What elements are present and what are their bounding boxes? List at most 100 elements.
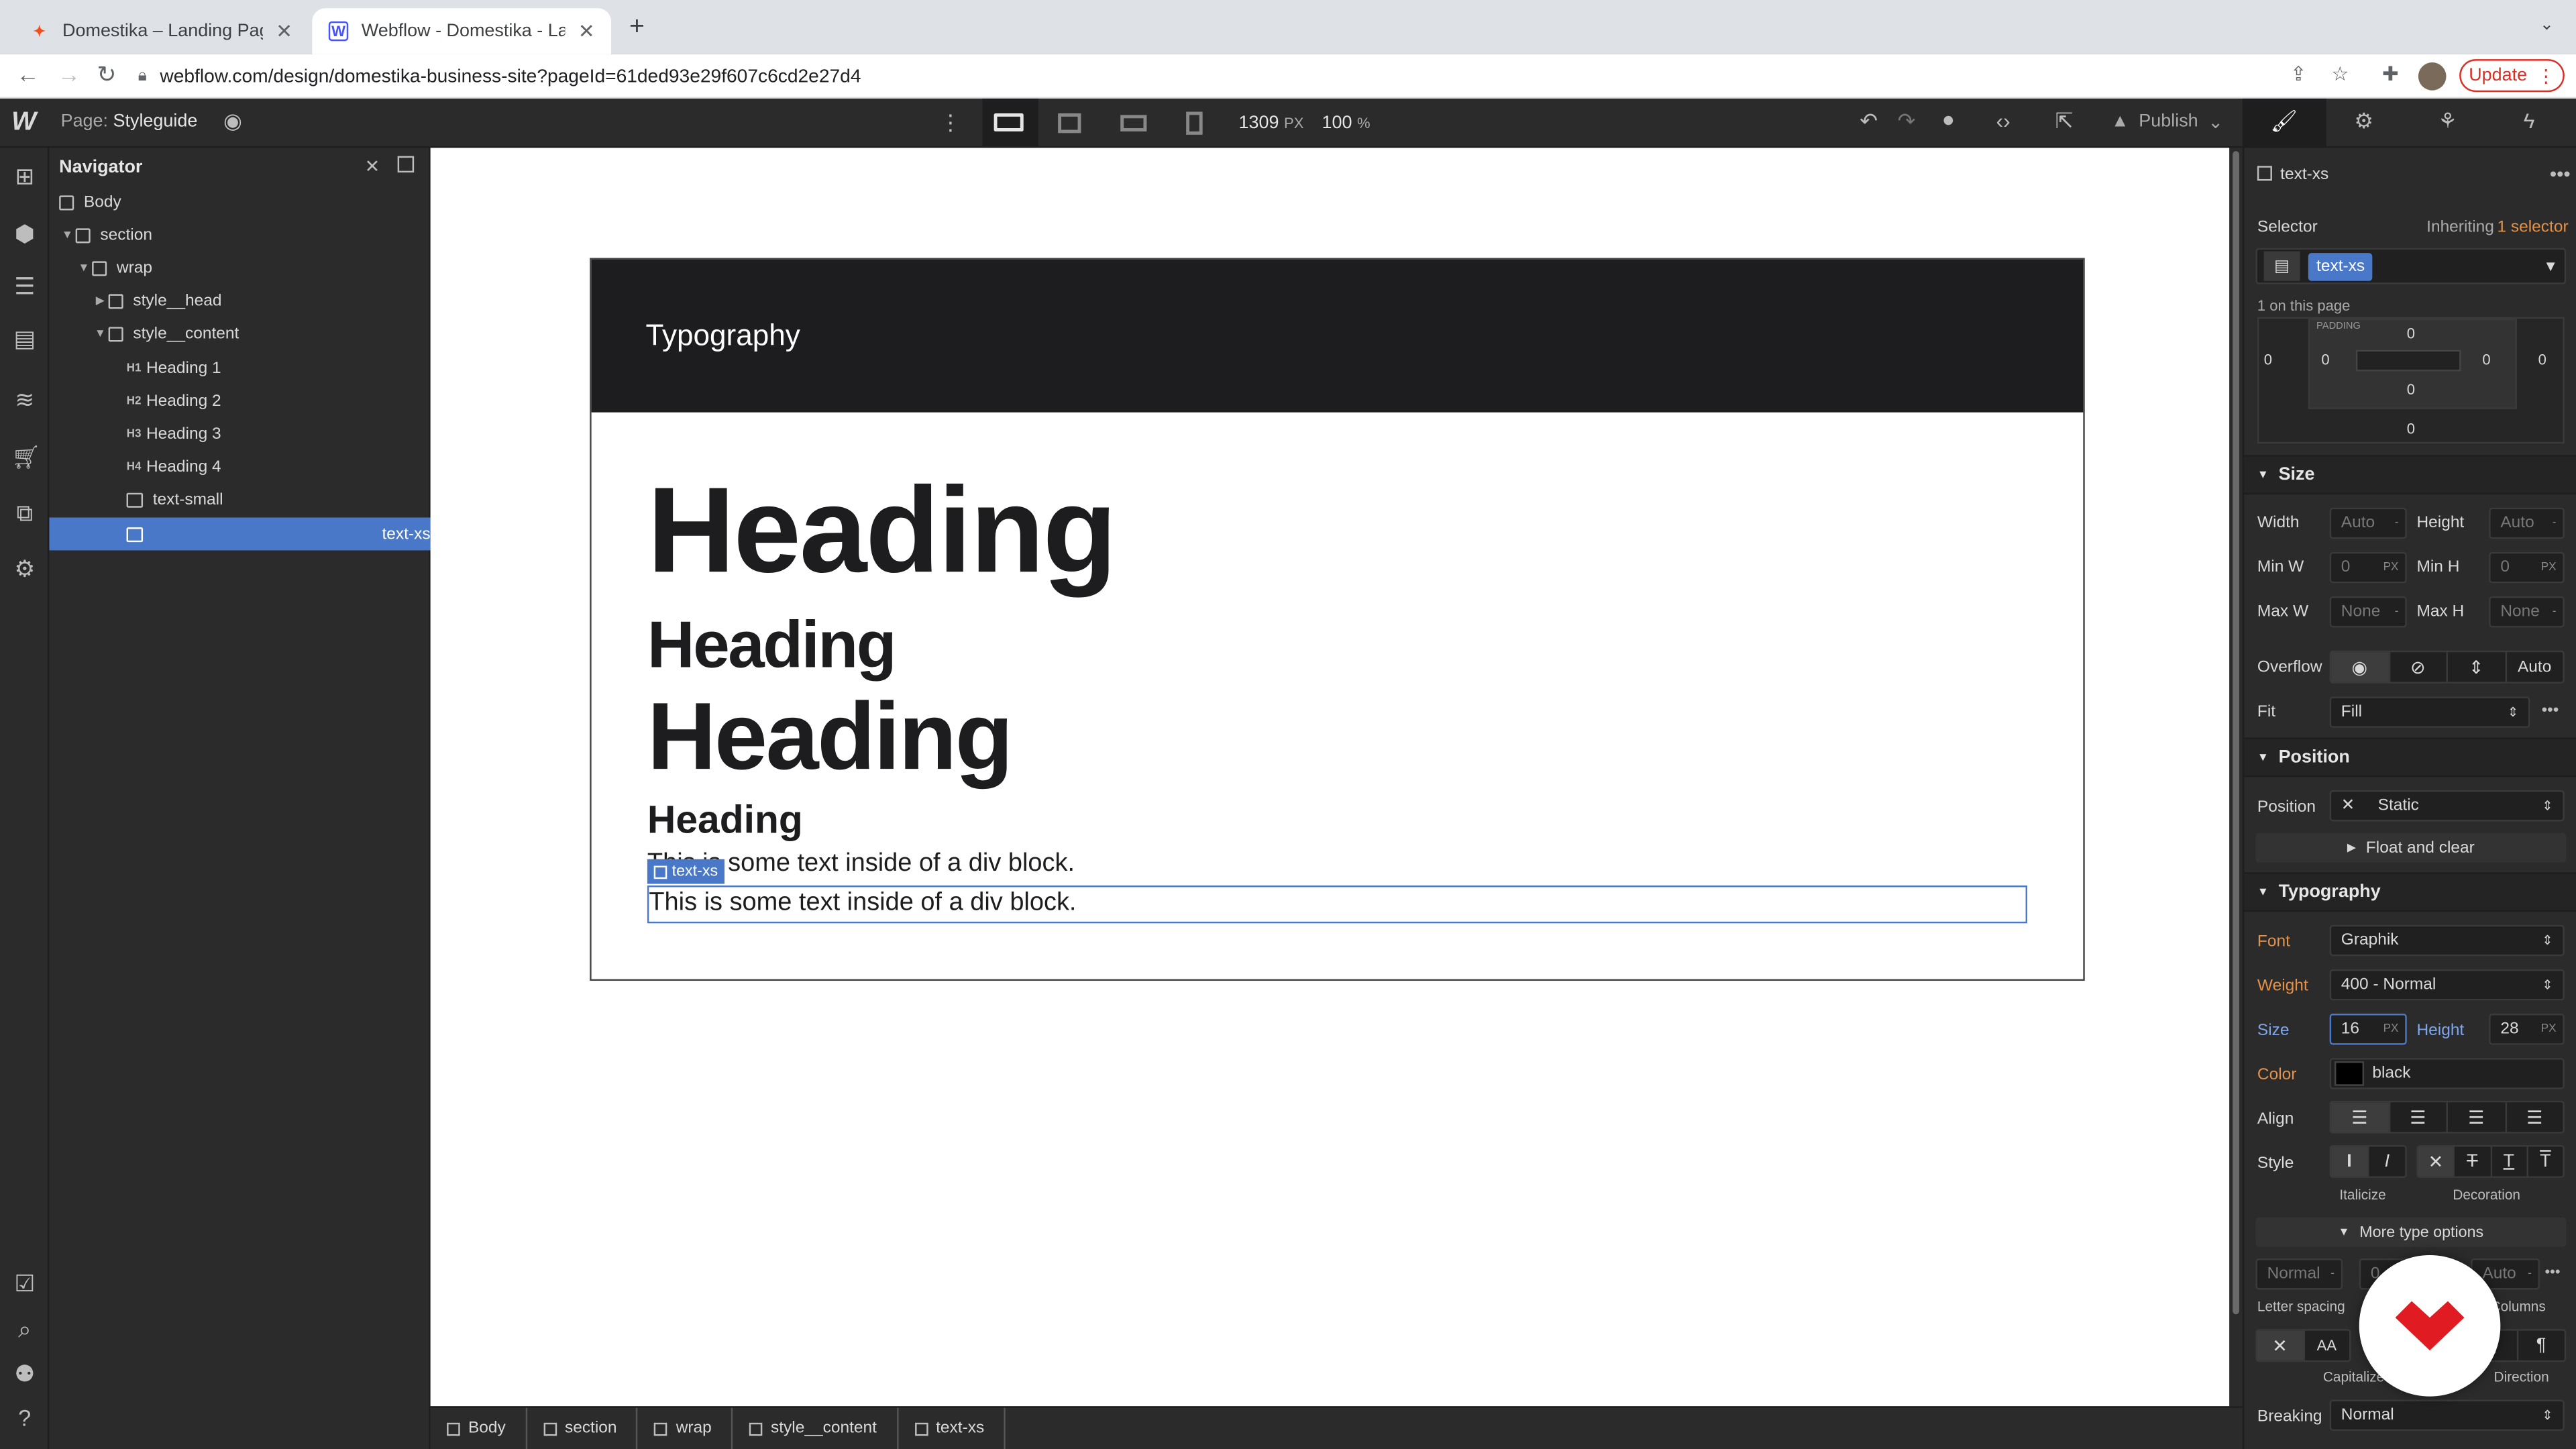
- search-icon[interactable]: ⌕: [11, 1316, 38, 1342]
- add-panel-icon[interactable]: ⊞: [11, 162, 38, 189]
- uppercase-icon[interactable]: AA: [2304, 1331, 2349, 1360]
- margin-left-value[interactable]: 0: [2264, 352, 2272, 368]
- padding-top-value[interactable]: 0: [2407, 325, 2415, 341]
- canvas-scrollbar[interactable]: [2229, 148, 2243, 1407]
- capitalize-none-icon[interactable]: ✕: [2257, 1330, 2304, 1360]
- margin-right-value[interactable]: 0: [2538, 352, 2546, 368]
- heading-4[interactable]: Heading: [647, 795, 803, 847]
- forward-icon[interactable]: →: [58, 61, 80, 87]
- overflow-auto-button[interactable]: Auto: [2506, 652, 2563, 682]
- comments-icon[interactable]: ●: [1942, 107, 1955, 131]
- italic-on-icon[interactable]: I: [2369, 1146, 2405, 1176]
- strikethrough-icon[interactable]: T: [2455, 1146, 2491, 1177]
- color-field[interactable]: black: [2329, 1058, 2565, 1089]
- padding-bottom-value[interactable]: 0: [2407, 381, 2415, 397]
- navigator-item-style-head[interactable]: ▶ style__head: [49, 284, 430, 317]
- bookmark-star-icon[interactable]: ☆: [2331, 62, 2349, 85]
- assets-icon[interactable]: ⧉: [11, 499, 38, 525]
- height-field[interactable]: Auto -: [2489, 507, 2565, 539]
- text-xs[interactable]: This is some text inside of a div block.: [647, 885, 2028, 924]
- symbols-icon[interactable]: ⬢: [11, 220, 38, 246]
- selector-chip[interactable]: text-xs: [2308, 252, 2373, 280]
- breakpoint-tablet-button[interactable]: [1058, 113, 1081, 133]
- typography-section-header[interactable]: ▼ Typography: [2244, 872, 2576, 912]
- overflow-visible-eye-icon[interactable]: ◉: [2331, 652, 2390, 682]
- navigator-item-heading-3[interactable]: H3 Heading 3: [49, 417, 430, 450]
- navigator-item-heading-4[interactable]: H4 Heading 4: [49, 450, 430, 483]
- publish-button[interactable]: ▲ Publish ⌄: [2111, 112, 2223, 133]
- caret-down-icon[interactable]: ▼: [92, 328, 108, 339]
- caret-down-icon[interactable]: ▼: [76, 262, 92, 274]
- margin-bottom-value[interactable]: 0: [2407, 421, 2415, 437]
- code-icon[interactable]: ‹›: [1996, 109, 2010, 133]
- share-icon[interactable]: ⇪: [2290, 62, 2307, 85]
- dock-panel-icon[interactable]: [397, 156, 415, 173]
- overline-icon[interactable]: T: [2528, 1146, 2563, 1176]
- canvas-width-readout[interactable]: 1309 PX 100 %: [1239, 113, 1371, 133]
- float-clear-button[interactable]: ▶ Float and clear: [2255, 833, 2567, 863]
- weight-select[interactable]: 400 - Normal ⇕: [2329, 969, 2565, 1001]
- breadcrumb-body[interactable]: Body: [431, 1407, 527, 1449]
- align-justify-icon[interactable]: ☰: [2506, 1102, 2563, 1132]
- webflow-logo[interactable]: W: [11, 109, 36, 138]
- breakpoint-mobile-button[interactable]: [1186, 111, 1203, 135]
- tab-search-icon[interactable]: ⌄: [2540, 16, 2554, 34]
- cms-icon[interactable]: ≋: [11, 386, 38, 413]
- inheriting-count[interactable]: 1 selector: [2497, 219, 2568, 237]
- fit-more-icon[interactable]: •••: [2542, 702, 2559, 720]
- size-section-header[interactable]: ▼ Size: [2244, 455, 2576, 495]
- preview-eye-icon[interactable]: ◉: [223, 109, 242, 135]
- breadcrumb-wrap[interactable]: wrap: [638, 1407, 733, 1449]
- selector-field[interactable]: ▤ text-xs ▼: [2255, 248, 2567, 284]
- navigator-item-heading-1[interactable]: H1 Heading 1: [49, 352, 430, 384]
- color-swatch[interactable]: [2334, 1061, 2365, 1086]
- browser-tab-webflow[interactable]: W Webflow - Domestika - Landin ✕: [312, 8, 612, 54]
- align-left-icon[interactable]: ☰: [2331, 1102, 2390, 1132]
- close-tab-icon[interactable]: ✕: [578, 19, 595, 42]
- max-height-field[interactable]: None -: [2489, 596, 2565, 628]
- min-width-field[interactable]: 0 PX: [2329, 551, 2407, 584]
- overflow-scroll-icon[interactable]: ⇕: [2448, 652, 2506, 682]
- overflow-hidden-icon[interactable]: ⊘: [2390, 652, 2448, 682]
- interactions-bolt-icon[interactable]: ϟ: [2524, 109, 2535, 133]
- update-button[interactable]: Update ⋮: [2459, 59, 2565, 93]
- profile-avatar[interactable]: [2418, 62, 2447, 91]
- help-icon[interactable]: ?: [11, 1405, 38, 1431]
- fit-select[interactable]: Fill ⇕: [2329, 696, 2530, 728]
- breakpoint-landscape-button[interactable]: [1120, 115, 1147, 131]
- heading-3[interactable]: Heading: [647, 684, 1014, 792]
- width-field[interactable]: Auto -: [2329, 507, 2407, 539]
- breadcrumb-section[interactable]: section: [527, 1407, 639, 1449]
- ecommerce-cart-icon[interactable]: 🛒︎: [11, 443, 41, 470]
- undo-icon[interactable]: ↶: [1860, 109, 1878, 135]
- font-size-field[interactable]: 16 PX: [2329, 1014, 2407, 1045]
- reload-icon[interactable]: ↻: [97, 61, 116, 89]
- direction-rtl-icon[interactable]: ¶: [2518, 1331, 2565, 1360]
- url-field[interactable]: 🔒︎ webflow.com/design/domestika-business…: [138, 59, 2274, 93]
- line-height-field[interactable]: 28 PX: [2489, 1014, 2565, 1045]
- padding-left-value[interactable]: 0: [2321, 352, 2329, 368]
- style-tab[interactable]: 🖌︎: [2242, 98, 2326, 148]
- settings-icon[interactable]: ⚙: [11, 555, 38, 582]
- font-select[interactable]: Graphik ⇕: [2329, 924, 2565, 957]
- decoration-none-icon[interactable]: ✕: [2418, 1146, 2455, 1177]
- navigator-item-text-xs[interactable]: text-xs: [49, 517, 431, 551]
- position-section-header[interactable]: ▼ Position: [2244, 737, 2576, 777]
- letter-spacing-field[interactable]: Normal -: [2255, 1258, 2343, 1290]
- pages-icon[interactable]: ▤: [11, 325, 38, 352]
- min-height-field[interactable]: 0 PX: [2489, 551, 2565, 584]
- settings-gear-icon[interactable]: ⚙: [2354, 109, 2373, 135]
- caret-right-icon[interactable]: ▶: [92, 294, 108, 307]
- scrollbar-thumb[interactable]: [2233, 151, 2239, 1315]
- new-tab-button[interactable]: +: [629, 13, 645, 43]
- navigator-icon[interactable]: ☰: [11, 273, 38, 299]
- style-head-banner[interactable]: Typography: [591, 259, 2084, 413]
- audit-check-icon[interactable]: ☑: [11, 1270, 38, 1296]
- navigator-item-section[interactable]: ▼ section: [49, 219, 430, 252]
- breaking-select[interactable]: Normal ⇕: [2329, 1399, 2565, 1432]
- navigator-item-text-small[interactable]: text-small: [49, 483, 430, 516]
- caret-down-icon[interactable]: ▼: [59, 229, 75, 241]
- team-icon[interactable]: ⚉: [11, 1360, 38, 1387]
- breadcrumb-text-xs[interactable]: text-xs: [898, 1407, 1006, 1449]
- align-center-icon[interactable]: ☰: [2390, 1102, 2448, 1132]
